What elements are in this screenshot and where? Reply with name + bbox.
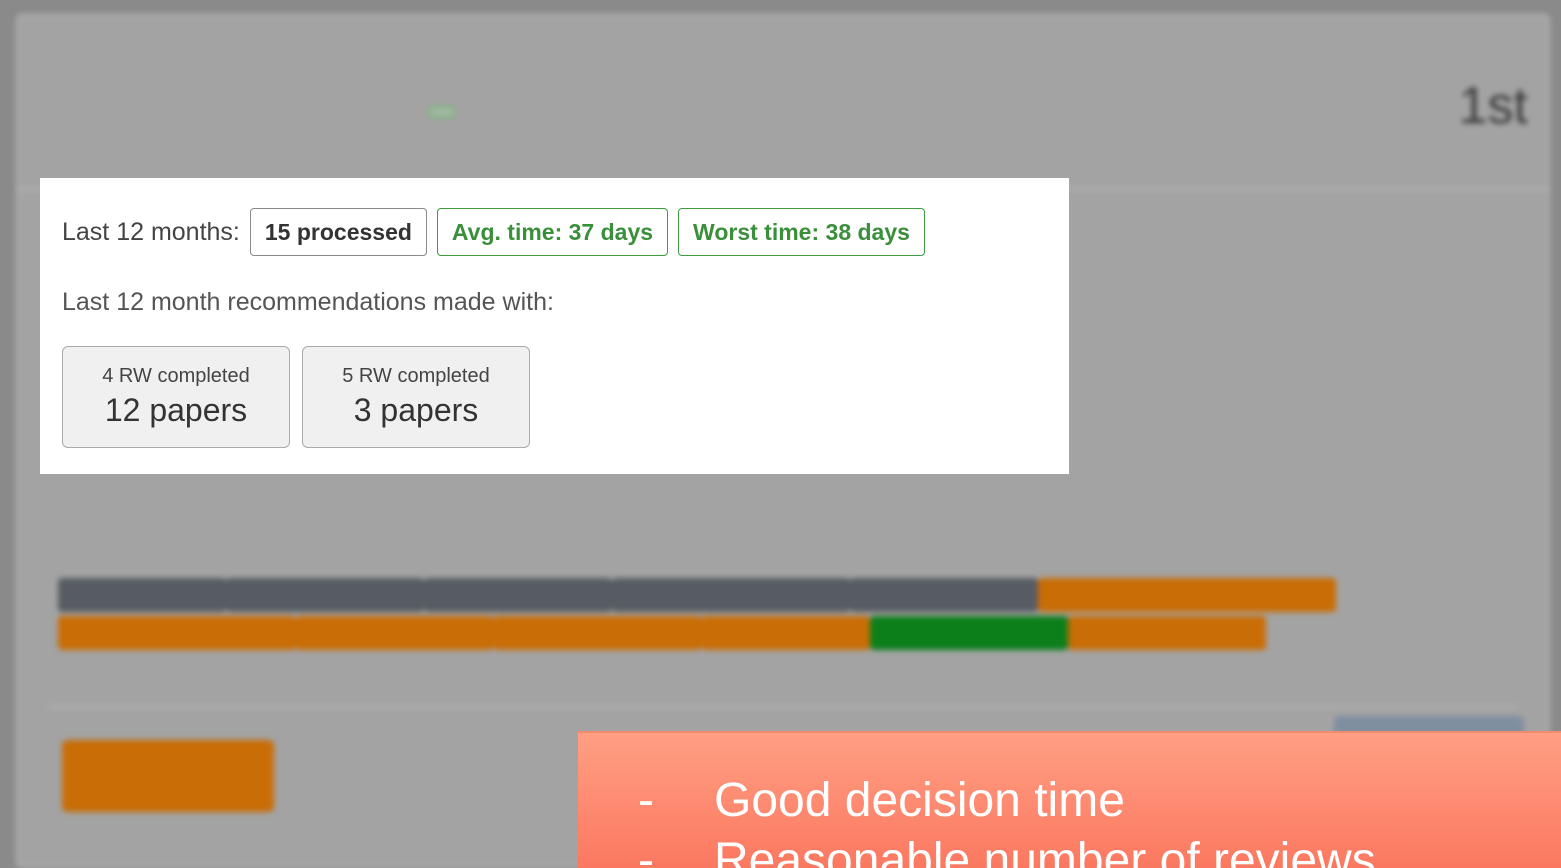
expertise-tag[interactable] [296, 616, 494, 650]
last-12-months-label: Last 12 months: [62, 217, 240, 246]
expertise-tag[interactable] [870, 616, 1068, 650]
expertise-tag[interactable] [1038, 578, 1336, 612]
expertise-tag[interactable] [226, 578, 424, 612]
rw-count-label: 4 RW completed [102, 365, 250, 387]
callout-item-text: Good decision time [714, 774, 1125, 827]
bullet-dash: - [638, 834, 654, 868]
rw-count-box: 5 RW completed 3 papers [302, 346, 530, 448]
view-details-button[interactable] [62, 740, 274, 812]
annotation-callout: - Good decision time - Reasonable number o… [578, 731, 1561, 868]
reviewer-stats-panel: Last 12 months: 15 processed Avg. time: … [40, 178, 1069, 474]
expertise-tag[interactable] [58, 578, 226, 612]
callout-item: - Good decision time [638, 771, 1376, 831]
expertise-tag[interactable] [494, 616, 702, 650]
rw-count-box: 4 RW completed 12 papers [62, 346, 290, 448]
card-divider [48, 706, 1518, 708]
bullet-dash: - [638, 774, 654, 827]
current-status-badge [428, 106, 456, 118]
avg-time-pill: Avg. time: 37 days [436, 208, 669, 256]
expertise-tag[interactable] [424, 578, 612, 612]
reviewer-card-header: 1st [18, 16, 1548, 190]
expertise-tag[interactable] [58, 616, 296, 650]
processed-count-pill: 15 processed [249, 208, 427, 256]
rank-label: 1st [1458, 77, 1528, 135]
callout-item: - Reasonable number of reviews [638, 831, 1376, 868]
expertise-tag[interactable] [702, 616, 870, 650]
last-12-months-row: Last 12 months: 15 processed Avg. time: … [62, 208, 935, 256]
callout-item-text: Reasonable number of reviews [714, 834, 1376, 868]
worst-time-pill: Worst time: 38 days [678, 208, 925, 256]
callout-list: - Good decision time - Reasonable number o… [638, 771, 1376, 868]
papers-count: 12 papers [104, 392, 248, 428]
rw-count-label: 5 RW completed [342, 365, 490, 387]
papers-count: 3 papers [353, 392, 479, 428]
expertise-tag[interactable] [850, 578, 1038, 612]
expertise-tag[interactable] [612, 578, 850, 612]
recommendations-label: Last 12 month recommendations made with: [62, 288, 554, 316]
recommendation-boxes: 4 RW completed 12 papers 5 RW completed … [62, 346, 542, 448]
expertise-tag[interactable] [1068, 616, 1266, 650]
expertise-tags [58, 578, 1458, 654]
